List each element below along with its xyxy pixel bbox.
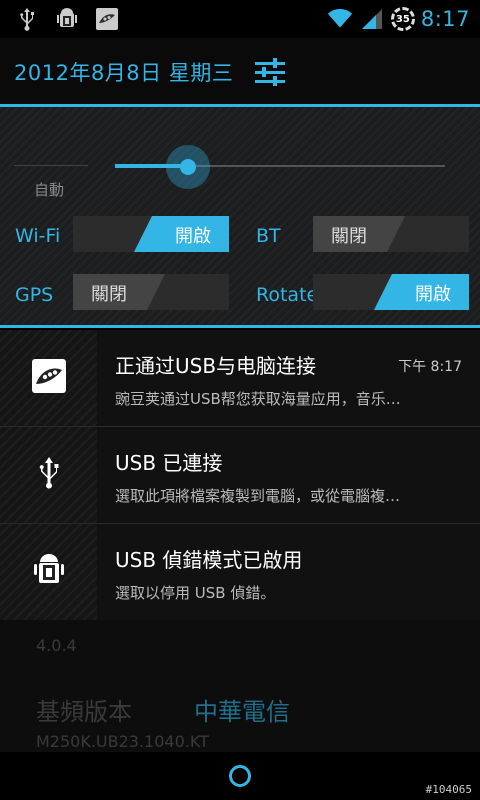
rotate-toggle[interactable]: 開啟 (313, 274, 469, 310)
notification-time: 下午 8:17 (398, 359, 462, 375)
usb-icon (14, 6, 40, 32)
notification-header: 2012年8月8日 星期三 (0, 38, 480, 106)
watermark: #104065 (425, 783, 472, 796)
wandoujia-icon (31, 358, 67, 398)
notification-wandoujia[interactable]: 正通过USB与电脑连接 下午 8:17 豌豆荚通过USB帮您获取海量应用，音乐… (0, 330, 480, 426)
gps-toggle[interactable]: 關閉 (73, 274, 229, 310)
brightness-auto-toggle[interactable]: 自動 (34, 179, 64, 200)
battery-icon: 35 (390, 7, 415, 31)
bt-toggle[interactable]: 關閉 (313, 216, 469, 252)
status-bar: 35 8:17 (0, 0, 480, 38)
wifi-label: Wi-Fi (15, 225, 61, 247)
wifi-icon (327, 6, 353, 32)
carrier-label: 中華電信 (194, 698, 290, 726)
rotate-label: Rotate (256, 284, 319, 306)
auto-divider (14, 165, 88, 166)
baseband-label: 基頻版本 (36, 698, 132, 726)
wandoujia-icon (94, 6, 120, 32)
date-label: 2012年8月8日 星期三 (14, 61, 234, 85)
android-debug-icon (32, 552, 66, 592)
android-version-value: 4.0.4 (36, 636, 77, 655)
usb-icon (37, 456, 61, 494)
settings-sliders-icon[interactable] (253, 55, 287, 89)
bt-label: BT (256, 225, 281, 247)
android-debug-icon (54, 6, 80, 32)
signal-icon (359, 6, 385, 32)
notification-subtitle: 選取此項將檔案複製到電腦，或從電腦複… (115, 487, 401, 505)
bt-state: 關閉 (331, 226, 367, 247)
rotate-state: 開啟 (415, 284, 451, 305)
quick-settings-panel: 自動 Wi-Fi 開啟 BT 關閉 GPS 關閉 Rotate 開啟 (0, 107, 480, 327)
notification-subtitle: 選取以停用 USB 偵錯。 (115, 584, 276, 602)
wifi-toggle[interactable]: 開啟 (73, 216, 229, 252)
gps-state: 關閉 (91, 284, 127, 305)
notification-title: USB 偵錯模式已啟用 (115, 548, 303, 572)
baseband-value: M250K.UB23.1040.KT (36, 732, 209, 751)
wifi-state: 開啟 (175, 226, 211, 247)
notification-title: USB 已連接 (115, 451, 223, 475)
gps-label: GPS (15, 284, 54, 306)
quick-settings-divider (0, 325, 480, 328)
brightness-slider-thumb[interactable] (165, 145, 210, 189)
notification-usb-debugging[interactable]: USB 偵錯模式已啟用 選取以停用 USB 偵錯。 (0, 524, 480, 620)
clock: 8:17 (420, 7, 470, 31)
battery-level: 35 (395, 13, 410, 25)
drag-handle-icon (229, 765, 251, 787)
notification-title: 正通过USB与电脑连接 (115, 354, 317, 378)
notification-usb-connected[interactable]: USB 已連接 選取此項將檔案複製到電腦，或從電腦複… (0, 427, 480, 523)
notification-subtitle: 豌豆荚通过USB帮您获取海量应用，音乐… (115, 390, 401, 408)
